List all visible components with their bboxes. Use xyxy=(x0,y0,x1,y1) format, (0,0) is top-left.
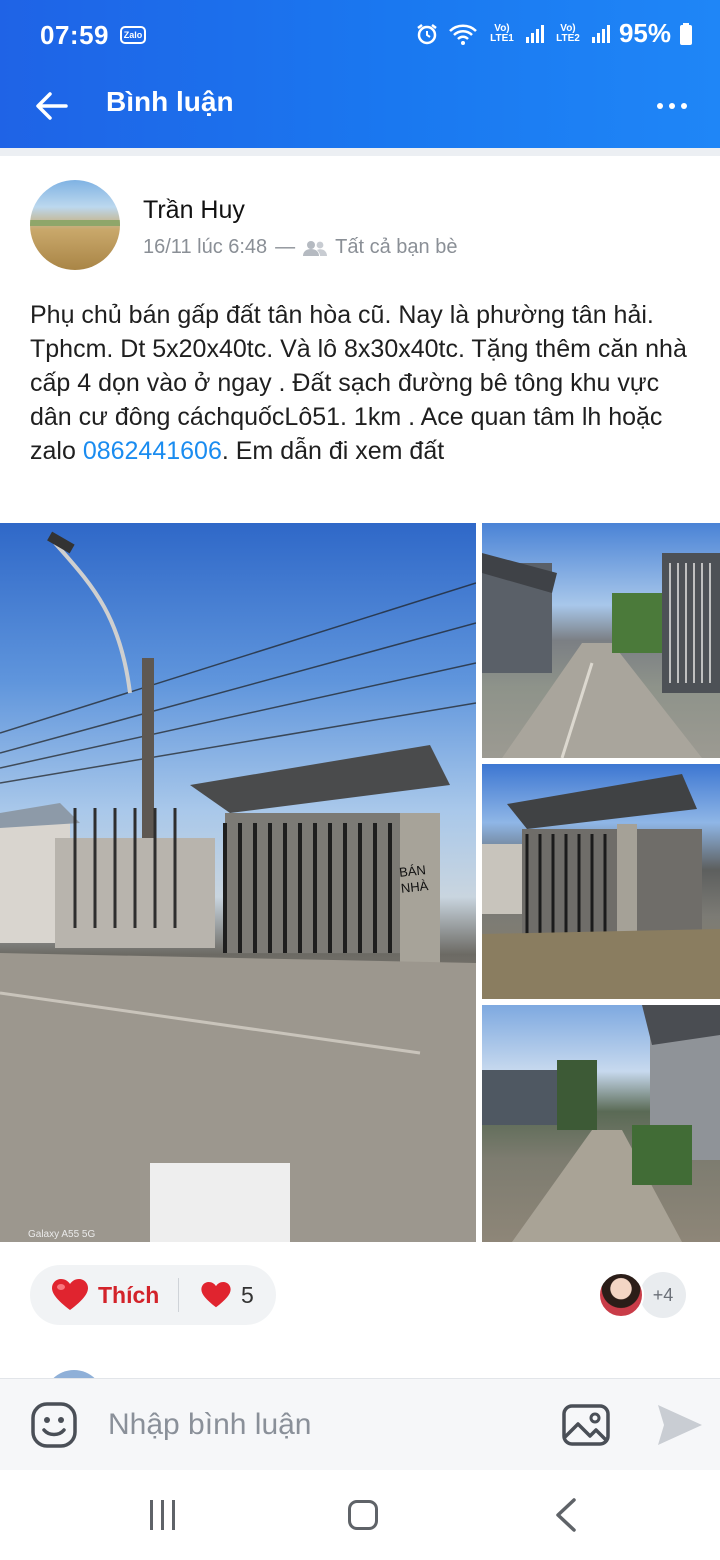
divider xyxy=(0,148,720,156)
reaction-count[interactable]: 5 xyxy=(179,1282,254,1309)
recents-icon[interactable] xyxy=(146,1500,178,1530)
image-icon[interactable] xyxy=(561,1401,611,1449)
sim2-label: Vo) LTE2 xyxy=(556,22,580,44)
post-privacy: Tất cả bạn bè xyxy=(335,236,458,258)
post-meta: 16/11 lúc 6:48 — Tất cả bạn bè xyxy=(143,236,457,259)
home-icon[interactable] xyxy=(348,1500,378,1530)
photo-road-drawing xyxy=(482,1005,720,1242)
wifi-icon xyxy=(449,24,477,45)
reaction-bar: Thích 5 xyxy=(30,1265,276,1325)
sim2-signal-icon xyxy=(591,24,610,43)
post-photo-3[interactable] xyxy=(482,764,720,999)
heart-small-icon xyxy=(201,1282,231,1308)
zalo-notification-icon: Zalo xyxy=(120,26,146,44)
post-photo-4[interactable] xyxy=(482,1005,720,1242)
comment-bar xyxy=(0,1378,720,1470)
emoji-icon[interactable] xyxy=(30,1401,78,1449)
page-title: Bình luận xyxy=(106,86,234,117)
nav-back-icon[interactable] xyxy=(552,1498,580,1532)
send-icon[interactable] xyxy=(656,1403,704,1447)
author-avatar[interactable] xyxy=(30,180,120,270)
friends-icon xyxy=(303,240,328,256)
sim1-label: Vo) LTE1 xyxy=(490,22,514,44)
author-name[interactable]: Trần Huy xyxy=(143,196,245,225)
post-timestamp: 16/11 lúc 6:48 xyxy=(143,236,268,258)
heart-icon xyxy=(52,1279,88,1310)
alarm-icon xyxy=(417,23,437,44)
status-icons: Vo) LTE1 Vo) LTE2 95% xyxy=(415,18,692,49)
like-button[interactable]: Thích xyxy=(30,1265,178,1325)
system-nav-bar xyxy=(0,1470,720,1560)
status-time: 07:59 xyxy=(40,20,109,50)
photo-alley-drawing xyxy=(482,553,720,758)
photo-watermark: Galaxy A55 5G xyxy=(28,1229,96,1240)
battery-percent: 95% xyxy=(618,18,671,48)
app-header: Bình luận xyxy=(0,60,720,148)
more-options-icon[interactable] xyxy=(652,88,692,124)
photo-gate-drawing xyxy=(482,774,720,999)
post-photo-2[interactable] xyxy=(482,523,720,758)
post-text-end: . Em dẫn đi xem đất xyxy=(221,437,445,465)
gate-graffiti: BÁN NHÀ xyxy=(398,862,429,896)
reactor-avatar[interactable] xyxy=(598,1272,644,1318)
battery-icon xyxy=(680,22,692,45)
post-photo-main[interactable]: BÁN NHÀ Galaxy A55 5G xyxy=(0,523,476,1242)
sim1-signal-icon xyxy=(525,24,544,43)
post-content: Phụ chủ bán gấp đất tân hòa cũ. Nay là p… xyxy=(30,298,696,468)
like-label: Thích xyxy=(98,1281,160,1308)
back-arrow-icon[interactable] xyxy=(30,84,74,128)
meta-separator: — xyxy=(275,236,296,258)
comment-input[interactable] xyxy=(108,1397,538,1453)
more-reactors-badge[interactable]: +4 xyxy=(640,1272,686,1318)
reaction-count-value: 5 xyxy=(241,1281,254,1308)
phone-link[interactable]: 0862441606 xyxy=(83,437,222,465)
